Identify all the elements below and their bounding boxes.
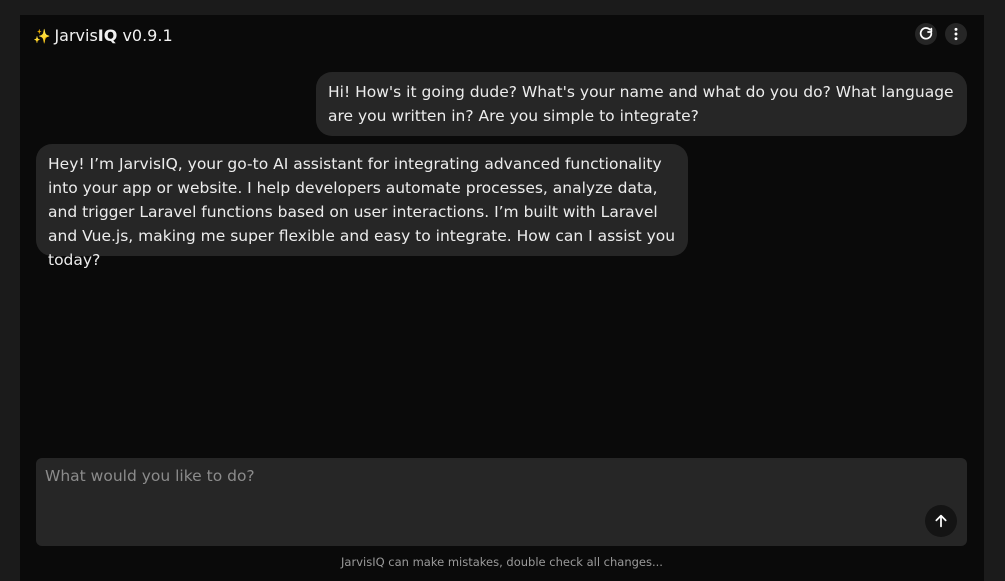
- sparkle-icon: ✨: [33, 29, 51, 45]
- version-label: v0.9.1: [117, 26, 173, 45]
- composer: [36, 458, 967, 546]
- brand-name-regular: Jarvis: [54, 26, 98, 45]
- send-button[interactable]: [925, 505, 957, 537]
- more-options-button[interactable]: [945, 23, 967, 45]
- more-vertical-icon: [954, 27, 958, 41]
- chat-app: ✨ JarvisIQ v0.9.1 Hi! How's it going dude…: [20, 15, 984, 581]
- arrow-up-icon: [935, 514, 947, 528]
- refresh-icon: [919, 27, 933, 40]
- brand-name-bold: IQ: [97, 26, 118, 45]
- disclaimer-text: JarvisIQ can make mistakes, double check…: [341, 555, 663, 569]
- header: ✨ JarvisIQ v0.9.1: [20, 15, 984, 57]
- assistant-message: Hey! I’m JarvisIQ, your go-to AI assista…: [36, 144, 688, 269]
- app-title: ✨ JarvisIQ v0.9.1: [33, 25, 173, 48]
- user-message: Hi! How's it going dude? What's your nam…: [316, 72, 967, 136]
- prompt-input[interactable]: [36, 458, 906, 538]
- refresh-button[interactable]: [915, 23, 937, 45]
